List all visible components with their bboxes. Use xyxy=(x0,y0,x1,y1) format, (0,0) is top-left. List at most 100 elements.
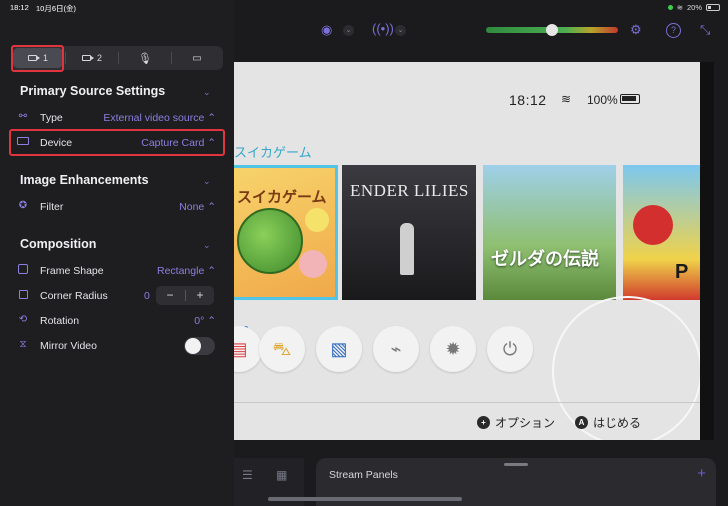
hint-label: はじめる xyxy=(593,416,642,430)
grid-icon[interactable]: ▦ xyxy=(276,468,287,482)
controller-icon: ⌁ xyxy=(373,326,419,372)
game-tile-ender-lilies: ENDER LILIES xyxy=(342,165,476,300)
album-icon: ▧ xyxy=(316,326,362,372)
character-art xyxy=(633,205,673,245)
frame-shape-select[interactable]: Rectangle ⌃ xyxy=(157,265,216,277)
wifi-icon: ≋ xyxy=(676,3,683,12)
camera-indicator-icon xyxy=(667,5,673,10)
hint-start: A はじめる xyxy=(575,414,641,431)
highlight-box-device xyxy=(9,129,225,156)
sheet-grabber[interactable] xyxy=(504,463,528,466)
row-label: Corner Radius xyxy=(40,290,108,302)
battery-icon xyxy=(706,4,720,11)
preview-battery-text: 100% xyxy=(587,93,618,107)
character-art xyxy=(400,223,414,275)
broadcast-icon[interactable]: ((•)) xyxy=(372,21,394,36)
divider xyxy=(118,52,119,64)
stream-preview[interactable]: 18:12 ≋ 100% スイカゲーム スイカゲーム ENDER LILIES … xyxy=(234,62,700,440)
tab-label: 2 xyxy=(96,53,102,63)
home-indicator[interactable] xyxy=(268,497,462,501)
divider xyxy=(65,52,66,64)
row-label: Mirror Video xyxy=(40,340,97,352)
game-tile-zelda: ゼルダの伝説 xyxy=(483,165,616,300)
divider xyxy=(234,402,700,403)
settings-icon: ✹ xyxy=(430,326,476,372)
chevron-down-icon[interactable]: ⌄ xyxy=(395,25,406,36)
chevron-down-icon[interactable]: ⌄ xyxy=(203,87,211,98)
tab-screen-share[interactable]: ▭ xyxy=(173,48,221,68)
corner-radius-icon xyxy=(16,289,30,301)
increment-button[interactable]: + xyxy=(186,287,214,304)
section-title-primary-source: Primary Source Settings xyxy=(20,84,166,98)
audio-level-knob[interactable] xyxy=(546,24,558,36)
toggle-knob xyxy=(185,338,201,354)
preview-wifi-icon: ≋ xyxy=(561,92,572,106)
stream-panels-title: Stream Panels xyxy=(329,469,398,481)
news-icon: ▤ xyxy=(234,326,262,372)
status-time: 18:12 xyxy=(10,3,29,12)
section-title-composition: Composition xyxy=(20,237,97,251)
filter-icon: ✪ xyxy=(18,200,28,211)
rotation-select[interactable]: 0° ⌃ xyxy=(194,315,216,327)
collapse-arrows-icon[interactable]: ⤡ xyxy=(700,22,710,38)
status-right: ≋ 20% xyxy=(667,3,720,12)
decrement-button[interactable]: − xyxy=(156,287,184,304)
camera-icon xyxy=(81,55,94,61)
corner-radius-value: 0 xyxy=(144,290,150,302)
settings-sidebar: 18:12 10月6日(金) 1 2 🎙︎ ▭ Primary Source S… xyxy=(0,0,234,506)
top-toolbar: ◉ ⌄ ((•)) ⌄ ⚙ ? ⤡ xyxy=(234,14,728,48)
shop-icon: ⛍ xyxy=(259,326,305,372)
chevron-down-icon[interactable]: ⌄ xyxy=(343,25,354,36)
battery-percent: 20% xyxy=(686,3,702,12)
section-title-image-enhancements: Image Enhancements xyxy=(20,173,149,187)
watermelon-art xyxy=(237,208,303,274)
type-select[interactable]: External video source ⌃ xyxy=(103,112,216,124)
source-type-icon: ⚯ xyxy=(18,111,28,122)
status-bar: 18:12 10月6日(金) ≋ 20% xyxy=(0,0,728,14)
preview-clock: 18:12 xyxy=(509,92,547,108)
row-frame-shape[interactable]: Frame Shape Rectangle ⌃ xyxy=(0,261,234,281)
preview-game-title: スイカゲーム xyxy=(234,145,312,160)
divider xyxy=(171,52,172,64)
chevron-down-icon[interactable]: ⌄ xyxy=(203,176,211,187)
record-target-icon[interactable]: ◉ xyxy=(321,22,332,38)
tab-camera-2[interactable]: 2 xyxy=(67,48,117,68)
mirror-icon: ⧖ xyxy=(19,339,27,350)
rotate-icon: ⟲ xyxy=(18,314,28,325)
corner-radius-stepper[interactable]: − + xyxy=(156,286,214,305)
row-rotation[interactable]: ⟲ Rotation 0° ⌃ xyxy=(0,311,234,331)
row-mirror-video: ⧖ Mirror Video xyxy=(0,336,234,356)
gear-icon[interactable]: ⚙ xyxy=(630,22,642,38)
tile-title: ゼルダの伝説 xyxy=(491,249,599,269)
list-icon[interactable]: ☰ xyxy=(242,468,253,482)
filter-select[interactable]: None ⌃ xyxy=(179,201,216,213)
screen-share-icon: ▭ xyxy=(192,52,202,64)
plus-button-icon: + xyxy=(477,416,490,429)
status-date: 10月6日(金) xyxy=(36,4,77,13)
power-icon: ⏻ xyxy=(487,326,533,372)
tab-microphone[interactable]: 🎙︎ xyxy=(120,48,170,68)
row-label: Rotation xyxy=(40,315,80,327)
row-type[interactable]: ⚯ Type External video source ⌃ xyxy=(0,108,234,128)
audio-level-meter[interactable] xyxy=(486,24,618,36)
fruit-art xyxy=(299,250,327,278)
mirror-video-toggle[interactable] xyxy=(184,337,215,355)
tile-title: P xyxy=(675,261,689,283)
microphone-icon: 🎙︎ xyxy=(138,52,152,65)
hint-options: + オプション xyxy=(477,414,555,431)
fruit-art xyxy=(305,208,329,232)
preview-battery-icon xyxy=(620,94,640,104)
help-icon[interactable]: ? xyxy=(666,23,681,38)
preview-edge xyxy=(700,62,714,440)
add-panel-button[interactable]: + xyxy=(697,465,706,482)
row-label: Filter xyxy=(40,201,64,213)
chevron-down-icon[interactable]: ⌄ xyxy=(203,240,211,251)
row-label: Frame Shape xyxy=(40,265,104,277)
tile-title: ENDER LILIES xyxy=(350,181,469,200)
row-label: Type xyxy=(40,112,63,124)
game-tile-suika: スイカゲーム xyxy=(234,165,338,300)
portrait-frame-icon xyxy=(16,264,30,276)
game-tile-mario: P xyxy=(623,165,700,300)
row-filter[interactable]: ✪ Filter None ⌃ xyxy=(0,197,234,217)
highlight-box-tab xyxy=(11,45,64,72)
